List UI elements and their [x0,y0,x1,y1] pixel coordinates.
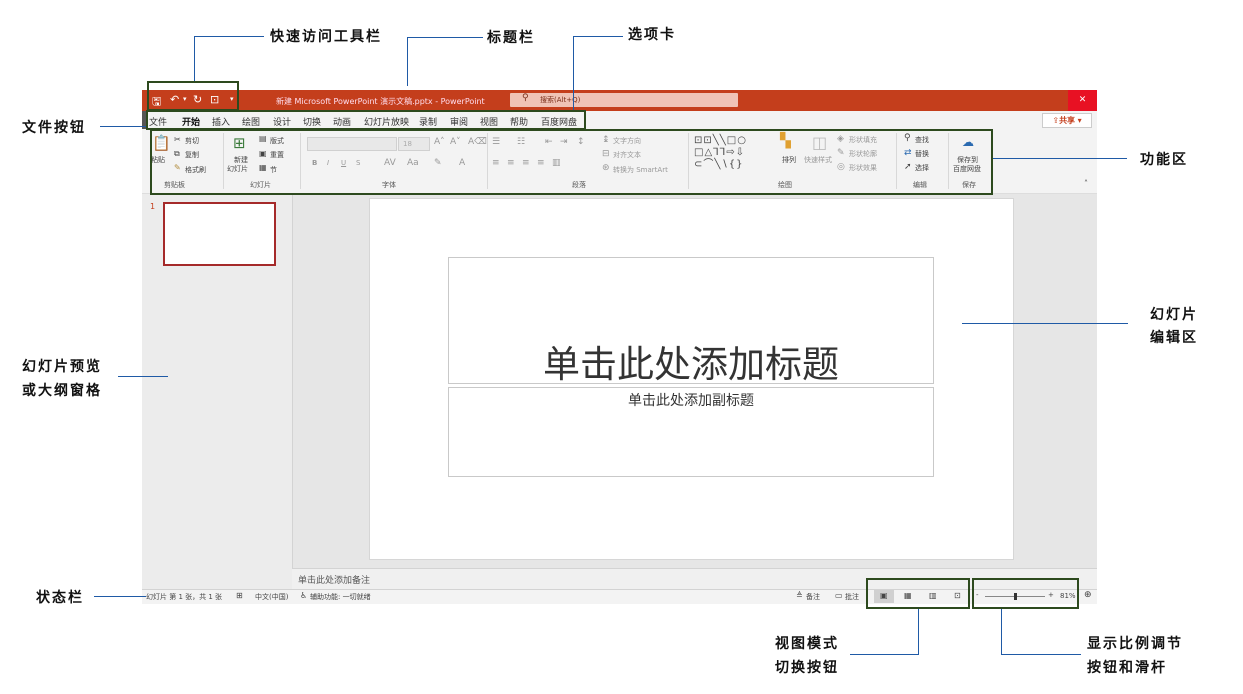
close-button[interactable]: ✕ [1068,90,1097,111]
annotation-preview-1: 幻灯片预览 [22,359,102,375]
collapse-ribbon-icon[interactable]: ˄ [1084,179,1088,188]
slide-canvas[interactable]: 单击此处添加标题 单击此处添加副标题 [369,198,1014,560]
annotation-zoom-1: 显示比例调节 [1087,636,1183,652]
slide-thumbnail[interactable] [163,202,276,266]
subtitle-placeholder[interactable]: 单击此处添加副标题 [448,387,934,477]
slide-number: 1 [150,202,156,211]
ribbon-leader-line [993,158,1127,159]
statusbar-leader-line [94,596,146,597]
annotation-preview-2: 或大纲窗格 [22,383,102,399]
fit-slide-icon[interactable]: ⊕ [1084,590,1092,600]
title-bar: 🖫 ↶ ▾ ↻ ⊡ ▾ 新建 Microsoft PowerPoint 演示文稿… [142,90,1097,111]
preview-leader-line [118,376,168,377]
close-icon: ✕ [1078,95,1087,105]
comments-button[interactable]: 批注 [845,592,859,602]
annotation-edit-area-1: 幻灯片 [1150,307,1198,323]
search-icon: ⚲ [522,93,529,103]
titlebar-leader-line [407,37,483,38]
title-placeholder-text: 单击此处添加标题 [543,343,839,386]
annotation-zoom-2: 按钮和滑杆 [1087,660,1167,676]
zoom-leader-line [1001,654,1081,655]
zoom-highlight-box [972,578,1079,609]
share-label: 共享 [1059,116,1076,125]
slide-info: 幻灯片 第 1 张，共 1 张 [146,593,223,601]
annotation-ribbon: 功能区 [1140,152,1188,168]
annotation-view-buttons-2: 切换按钮 [775,660,839,676]
annotation-tabs: 选项卡 [628,27,676,43]
annotation-qat: 快速访问工具栏 [270,29,382,45]
notes-placeholder: 单击此处添加备注 [298,576,371,586]
spellcheck-icon[interactable]: ⊞ [236,591,243,600]
accessibility-icon[interactable]: ♿ [300,591,307,600]
comments-icon[interactable]: ▭ [835,591,843,600]
qat-highlight-box [147,81,239,111]
ribbon-highlight-box [150,129,993,195]
share-dropdown-icon: ▾ [1075,116,1082,125]
tabs-highlight-box [146,110,586,130]
search-box[interactable]: ⚲ 搜索(Alt+Q) [510,93,738,107]
accessibility-status[interactable]: 辅助功能: 一切就绪 [310,592,371,602]
annotation-file-button: 文件按钮 [22,120,86,136]
language[interactable]: 中文(中国) [255,592,288,602]
slide-thumbnail-pane[interactable]: 1 [142,194,293,589]
zoom-leader-line [1001,609,1002,654]
share-button[interactable]: ⇪共享 ▾ [1042,113,1092,128]
search-placeholder: 搜索(Alt+Q) [540,96,581,104]
title-placeholder[interactable]: 单击此处添加标题 [448,257,934,386]
edit-area-leader-line [962,323,1128,324]
titlebar-leader-line [407,37,408,86]
view-buttons-leader-line [918,609,919,654]
notes-icon[interactable]: ≜ [796,591,803,600]
annotation-edit-area-2: 编辑区 [1150,330,1198,346]
annotation-statusbar: 状态栏 [36,590,84,606]
qat-leader-line [194,36,195,81]
annotation-titlebar: 标题栏 [487,30,535,46]
tabs-leader-line [573,36,623,37]
file-button-leader-line [100,126,146,127]
view-buttons-highlight-box [866,578,970,609]
qat-leader-line [194,36,264,37]
view-buttons-leader-line [850,654,919,655]
tabs-leader-line [573,36,574,110]
window-title: 新建 Microsoft PowerPoint 演示文稿.pptx - Powe… [276,97,485,106]
annotation-view-buttons-1: 视图模式 [775,636,839,652]
notes-button[interactable]: 备注 [806,592,820,602]
subtitle-placeholder-text: 单击此处添加副标题 [628,393,754,409]
